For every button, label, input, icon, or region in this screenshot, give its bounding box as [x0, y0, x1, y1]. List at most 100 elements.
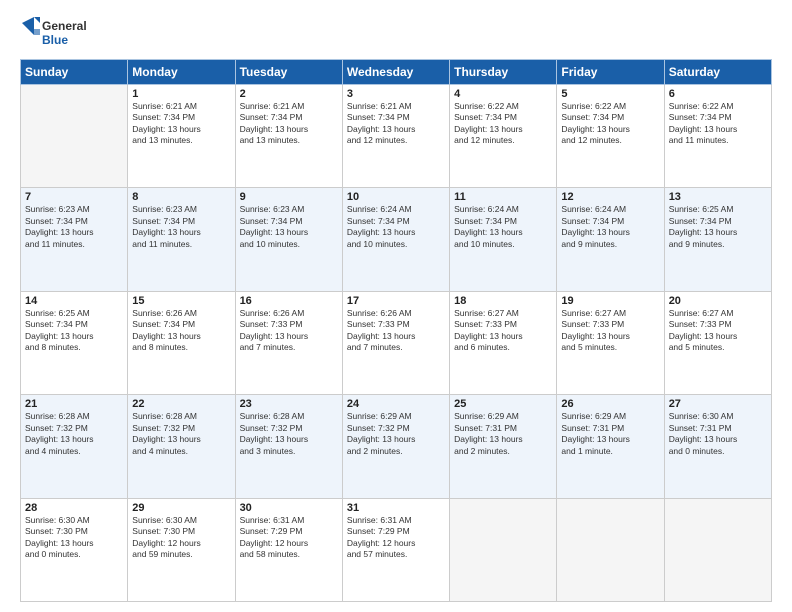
calendar-cell: 4Sunrise: 6:22 AM Sunset: 7:34 PM Daylig…: [450, 85, 557, 188]
calendar-week-row: 21Sunrise: 6:28 AM Sunset: 7:32 PM Dayli…: [21, 395, 772, 498]
day-info: Sunrise: 6:28 AM Sunset: 7:32 PM Dayligh…: [132, 411, 230, 457]
day-number: 8: [132, 191, 230, 203]
calendar-cell: 7Sunrise: 6:23 AM Sunset: 7:34 PM Daylig…: [21, 188, 128, 291]
day-number: 17: [347, 295, 445, 307]
calendar-cell: 11Sunrise: 6:24 AM Sunset: 7:34 PM Dayli…: [450, 188, 557, 291]
weekday-header-row: SundayMondayTuesdayWednesdayThursdayFrid…: [21, 60, 772, 85]
calendar-cell: 12Sunrise: 6:24 AM Sunset: 7:34 PM Dayli…: [557, 188, 664, 291]
day-info: Sunrise: 6:24 AM Sunset: 7:34 PM Dayligh…: [561, 204, 659, 250]
day-number: 1: [132, 88, 230, 100]
calendar-cell: 26Sunrise: 6:29 AM Sunset: 7:31 PM Dayli…: [557, 395, 664, 498]
calendar-cell: 22Sunrise: 6:28 AM Sunset: 7:32 PM Dayli…: [128, 395, 235, 498]
calendar-table: SundayMondayTuesdayWednesdayThursdayFrid…: [20, 59, 772, 602]
calendar-week-row: 14Sunrise: 6:25 AM Sunset: 7:34 PM Dayli…: [21, 291, 772, 394]
svg-text:General: General: [42, 19, 87, 33]
day-info: Sunrise: 6:27 AM Sunset: 7:33 PM Dayligh…: [669, 308, 767, 354]
day-number: 22: [132, 398, 230, 410]
day-number: 6: [669, 88, 767, 100]
day-number: 7: [25, 191, 123, 203]
day-info: Sunrise: 6:29 AM Sunset: 7:32 PM Dayligh…: [347, 411, 445, 457]
day-info: Sunrise: 6:22 AM Sunset: 7:34 PM Dayligh…: [561, 101, 659, 147]
day-info: Sunrise: 6:30 AM Sunset: 7:31 PM Dayligh…: [669, 411, 767, 457]
day-number: 9: [240, 191, 338, 203]
day-number: 25: [454, 398, 552, 410]
weekday-header-cell: Thursday: [450, 60, 557, 85]
calendar-cell: 10Sunrise: 6:24 AM Sunset: 7:34 PM Dayli…: [342, 188, 449, 291]
day-number: 30: [240, 502, 338, 514]
calendar-cell: 6Sunrise: 6:22 AM Sunset: 7:34 PM Daylig…: [664, 85, 771, 188]
day-info: Sunrise: 6:24 AM Sunset: 7:34 PM Dayligh…: [347, 204, 445, 250]
calendar-cell: 17Sunrise: 6:26 AM Sunset: 7:33 PM Dayli…: [342, 291, 449, 394]
day-number: 29: [132, 502, 230, 514]
day-number: 5: [561, 88, 659, 100]
day-number: 18: [454, 295, 552, 307]
calendar-cell: 31Sunrise: 6:31 AM Sunset: 7:29 PM Dayli…: [342, 498, 449, 601]
day-info: Sunrise: 6:22 AM Sunset: 7:34 PM Dayligh…: [454, 101, 552, 147]
day-number: 19: [561, 295, 659, 307]
calendar-cell: 29Sunrise: 6:30 AM Sunset: 7:30 PM Dayli…: [128, 498, 235, 601]
header: General Blue: [20, 15, 772, 51]
calendar-cell: 18Sunrise: 6:27 AM Sunset: 7:33 PM Dayli…: [450, 291, 557, 394]
logo-svg: General Blue: [20, 15, 90, 51]
calendar-week-row: 7Sunrise: 6:23 AM Sunset: 7:34 PM Daylig…: [21, 188, 772, 291]
day-number: 23: [240, 398, 338, 410]
weekday-header-cell: Saturday: [664, 60, 771, 85]
calendar-cell: 16Sunrise: 6:26 AM Sunset: 7:33 PM Dayli…: [235, 291, 342, 394]
day-info: Sunrise: 6:31 AM Sunset: 7:29 PM Dayligh…: [347, 515, 445, 561]
calendar-cell: 15Sunrise: 6:26 AM Sunset: 7:34 PM Dayli…: [128, 291, 235, 394]
day-info: Sunrise: 6:29 AM Sunset: 7:31 PM Dayligh…: [561, 411, 659, 457]
day-info: Sunrise: 6:23 AM Sunset: 7:34 PM Dayligh…: [25, 204, 123, 250]
day-number: 2: [240, 88, 338, 100]
day-number: 13: [669, 191, 767, 203]
day-info: Sunrise: 6:23 AM Sunset: 7:34 PM Dayligh…: [132, 204, 230, 250]
day-info: Sunrise: 6:27 AM Sunset: 7:33 PM Dayligh…: [561, 308, 659, 354]
calendar-cell: [664, 498, 771, 601]
weekday-header-cell: Monday: [128, 60, 235, 85]
calendar-cell: [450, 498, 557, 601]
day-number: 24: [347, 398, 445, 410]
day-number: 15: [132, 295, 230, 307]
calendar-cell: 24Sunrise: 6:29 AM Sunset: 7:32 PM Dayli…: [342, 395, 449, 498]
calendar-cell: 5Sunrise: 6:22 AM Sunset: 7:34 PM Daylig…: [557, 85, 664, 188]
day-number: 3: [347, 88, 445, 100]
day-info: Sunrise: 6:26 AM Sunset: 7:34 PM Dayligh…: [132, 308, 230, 354]
day-info: Sunrise: 6:30 AM Sunset: 7:30 PM Dayligh…: [132, 515, 230, 561]
weekday-header-cell: Friday: [557, 60, 664, 85]
calendar-cell: 1Sunrise: 6:21 AM Sunset: 7:34 PM Daylig…: [128, 85, 235, 188]
day-info: Sunrise: 6:21 AM Sunset: 7:34 PM Dayligh…: [132, 101, 230, 147]
day-info: Sunrise: 6:27 AM Sunset: 7:33 PM Dayligh…: [454, 308, 552, 354]
day-number: 12: [561, 191, 659, 203]
calendar-cell: 30Sunrise: 6:31 AM Sunset: 7:29 PM Dayli…: [235, 498, 342, 601]
day-number: 27: [669, 398, 767, 410]
day-info: Sunrise: 6:24 AM Sunset: 7:34 PM Dayligh…: [454, 204, 552, 250]
calendar-cell: 25Sunrise: 6:29 AM Sunset: 7:31 PM Dayli…: [450, 395, 557, 498]
logo: General Blue: [20, 15, 90, 51]
calendar-cell: [557, 498, 664, 601]
weekday-header-cell: Tuesday: [235, 60, 342, 85]
calendar-week-row: 1Sunrise: 6:21 AM Sunset: 7:34 PM Daylig…: [21, 85, 772, 188]
svg-text:Blue: Blue: [42, 33, 68, 47]
day-number: 16: [240, 295, 338, 307]
weekday-header-cell: Wednesday: [342, 60, 449, 85]
day-number: 10: [347, 191, 445, 203]
day-info: Sunrise: 6:26 AM Sunset: 7:33 PM Dayligh…: [240, 308, 338, 354]
day-number: 21: [25, 398, 123, 410]
calendar-cell: 9Sunrise: 6:23 AM Sunset: 7:34 PM Daylig…: [235, 188, 342, 291]
day-number: 4: [454, 88, 552, 100]
calendar-cell: 23Sunrise: 6:28 AM Sunset: 7:32 PM Dayli…: [235, 395, 342, 498]
calendar-page: General Blue SundayMondayTuesdayWednesda…: [0, 0, 792, 612]
day-info: Sunrise: 6:28 AM Sunset: 7:32 PM Dayligh…: [240, 411, 338, 457]
day-number: 26: [561, 398, 659, 410]
calendar-cell: 27Sunrise: 6:30 AM Sunset: 7:31 PM Dayli…: [664, 395, 771, 498]
day-info: Sunrise: 6:21 AM Sunset: 7:34 PM Dayligh…: [347, 101, 445, 147]
day-number: 14: [25, 295, 123, 307]
day-info: Sunrise: 6:25 AM Sunset: 7:34 PM Dayligh…: [669, 204, 767, 250]
calendar-cell: [21, 85, 128, 188]
calendar-cell: 20Sunrise: 6:27 AM Sunset: 7:33 PM Dayli…: [664, 291, 771, 394]
day-info: Sunrise: 6:28 AM Sunset: 7:32 PM Dayligh…: [25, 411, 123, 457]
day-info: Sunrise: 6:31 AM Sunset: 7:29 PM Dayligh…: [240, 515, 338, 561]
calendar-cell: 19Sunrise: 6:27 AM Sunset: 7:33 PM Dayli…: [557, 291, 664, 394]
day-number: 28: [25, 502, 123, 514]
weekday-header-cell: Sunday: [21, 60, 128, 85]
day-info: Sunrise: 6:23 AM Sunset: 7:34 PM Dayligh…: [240, 204, 338, 250]
